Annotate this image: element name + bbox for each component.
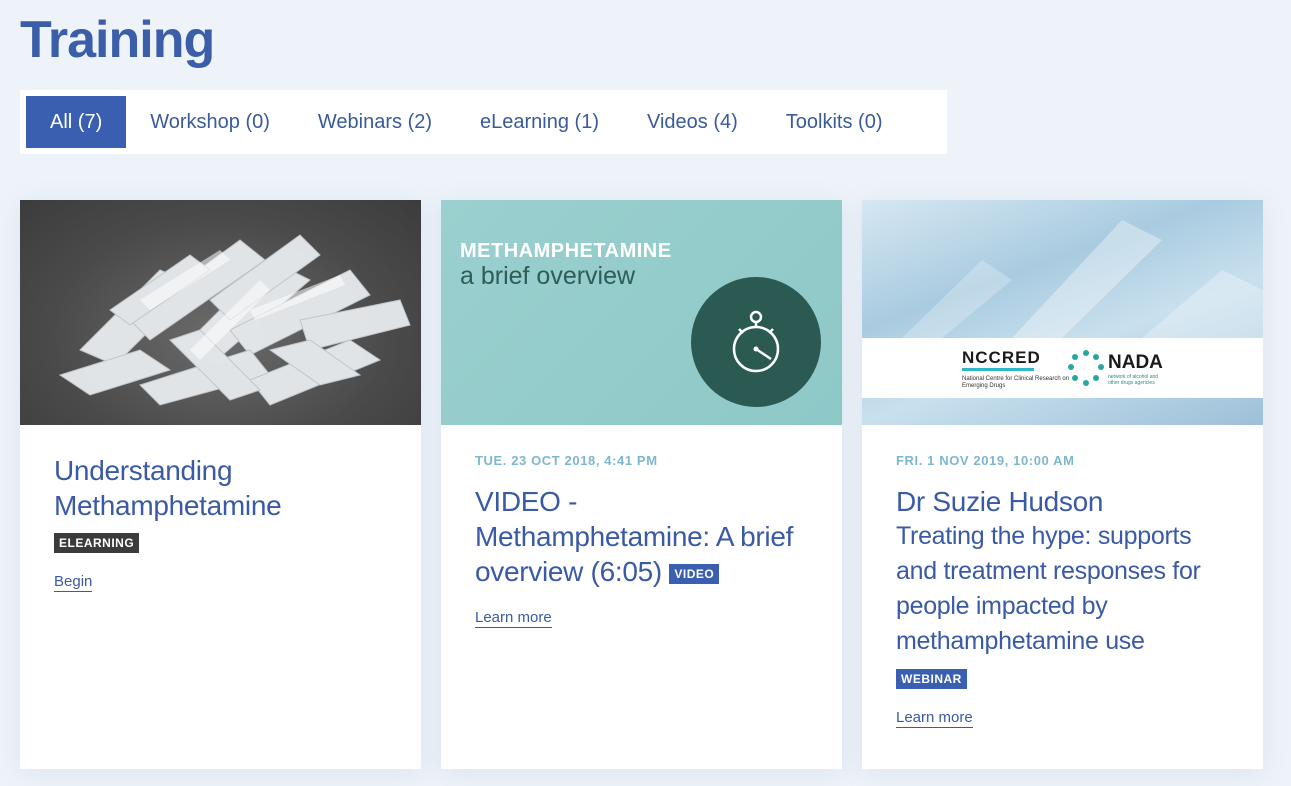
card-title[interactable]: VIDEO - Methamphetamine: A brief overvie…: [475, 484, 808, 589]
card-title[interactable]: Dr Suzie Hudson: [896, 484, 1229, 519]
filter-tab-toolkits[interactable]: Toolkits (0): [762, 96, 907, 148]
learn-more-link[interactable]: Learn more: [896, 709, 973, 728]
crystals-illustration: [58, 234, 411, 406]
thumbnail-heading: METHAMPHETAMINE: [460, 240, 672, 262]
learn-more-link[interactable]: Learn more: [475, 609, 552, 628]
filter-tab-all[interactable]: All (7): [26, 96, 127, 148]
training-card: METHAMPHETAMINE a brief overview TUE. 23…: [441, 200, 842, 769]
filter-tab-workshop[interactable]: Workshop (0): [126, 96, 294, 148]
nada-tagline: network of alcohol and other drugs agenc…: [1108, 374, 1159, 386]
card-image-crystals[interactable]: [20, 200, 421, 425]
card-date: FRI. 1 NOV 2019, 10:00 AM: [896, 453, 1075, 468]
nccred-tagline: National Centre for Clinical Research on…: [962, 376, 1070, 389]
card-title-text[interactable]: VIDEO - Methamphetamine: A brief overvie…: [475, 486, 793, 587]
type-badge: WEBINAR: [896, 669, 967, 689]
card-image-video-thumbnail[interactable]: METHAMPHETAMINE a brief overview: [441, 200, 842, 425]
type-badge: ELEARNING: [54, 533, 140, 553]
card-date: TUE. 23 OCT 2018, 4:41 PM: [475, 453, 658, 468]
card-subtitle[interactable]: Treating the hype: supports and treatmen…: [896, 519, 1229, 659]
filter-tab-videos[interactable]: Videos (4): [623, 96, 762, 148]
page-title: Training: [20, 11, 215, 69]
stopwatch-icon: [691, 277, 821, 407]
filter-tab-elearning[interactable]: eLearning (1): [456, 96, 623, 148]
nccred-logo: NCCRED: [962, 348, 1041, 367]
ice-texture: [902, 220, 1263, 338]
card-title[interactable]: Understanding Methamphetamine: [54, 453, 387, 523]
begin-link[interactable]: Begin: [54, 573, 93, 592]
training-card: Understanding Methamphetamine ELEARNING …: [20, 200, 421, 769]
filter-tab-webinars[interactable]: Webinars (2): [294, 96, 456, 148]
thumbnail-subheading: a brief overview: [460, 262, 636, 290]
training-cards: Understanding Methamphetamine ELEARNING …: [20, 200, 1263, 769]
training-card: NCCRED National Centre for Clinical Rese…: [862, 200, 1263, 769]
filter-bar: All (7) Workshop (0) Webinars (2) eLearn…: [20, 90, 947, 154]
nccred-underline: [962, 368, 1034, 371]
type-badge: VIDEO: [669, 563, 720, 584]
nada-logo: NADA: [1108, 352, 1163, 373]
nada-dots-icon: [1068, 350, 1104, 386]
card-image-logos[interactable]: NCCRED National Centre for Clinical Rese…: [862, 200, 1263, 425]
